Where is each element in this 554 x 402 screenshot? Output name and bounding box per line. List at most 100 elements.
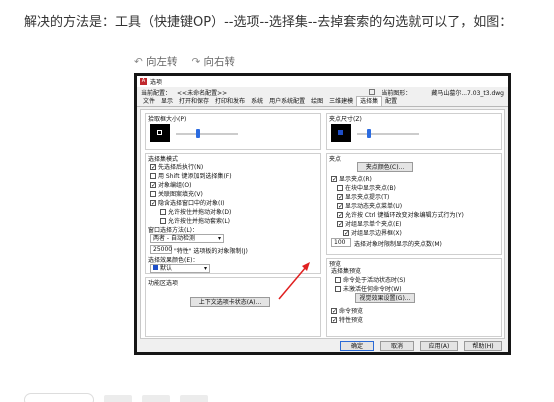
pickbox-slider-thumb[interactable] bbox=[196, 129, 200, 138]
option-implied-window[interactable]: ✓ 隐含选择窗口中的对象(I) bbox=[150, 198, 224, 207]
help-button[interactable]: 帮助(H) bbox=[464, 341, 502, 351]
selection-modes-group: 选择集模式 ✓ 先选择后执行(N) 用 Shift 键添加到选择集(F) ✓ 对象编… bbox=[145, 153, 321, 274]
checkbox-show-grips[interactable]: ✓ bbox=[331, 175, 337, 182]
grip-ctrl-cycle[interactable]: ✓ 允许按 Ctrl 键循环改变对象编辑方式行为(Y) bbox=[337, 210, 464, 219]
command-preview-label: 命令预览 bbox=[339, 308, 364, 315]
preview-command-active-label: 命令处于活动状态时(S) bbox=[343, 277, 406, 284]
checkbox-press-drag-lasso[interactable] bbox=[160, 217, 166, 224]
checkbox-group-bounding-box[interactable]: ✓ bbox=[343, 229, 349, 236]
profile-row: 当前配置： <<未命名配置>> 当前图形： 藏马山墓尔...7.03_t3.dw… bbox=[137, 87, 508, 97]
screenshot-image: A 选项 当前配置： <<未命名配置>> 当前图形： 藏马山墓尔...7.03_… bbox=[134, 73, 511, 355]
tab-user-prefs[interactable]: 用户系统配置 bbox=[266, 97, 308, 106]
pickbox-slider-track[interactable] bbox=[176, 133, 238, 135]
checkbox-preview-command-active[interactable] bbox=[335, 276, 341, 283]
like-button[interactable] bbox=[24, 393, 94, 402]
grip-size-label: 夹点尺寸(Z) bbox=[329, 116, 362, 123]
option-press-drag-lasso-label: 允许按住并拖动套索(L) bbox=[168, 218, 231, 225]
grip-colors-button[interactable]: 夹点颜色(C)... bbox=[357, 162, 413, 172]
grip-bounding-box-label: 对组显示边界框(X) bbox=[351, 230, 402, 237]
checkbox-dynamic-grip-menu[interactable]: ✓ bbox=[337, 202, 343, 209]
option-shift-add[interactable]: 用 Shift 键添加到选择集(F) bbox=[150, 171, 232, 180]
checkbox-grip-tips[interactable]: ✓ bbox=[337, 193, 343, 200]
grip-tips[interactable]: ✓ 显示夹点提示(T) bbox=[337, 192, 389, 201]
grip-dynamic-menu-label: 显示动态夹点菜单(U) bbox=[345, 203, 403, 210]
property-preview-label: 特性预览 bbox=[339, 317, 364, 324]
window-method-label: 窗口选择方法(L)： bbox=[148, 227, 199, 234]
chevron-down-icon: ▾ bbox=[217, 235, 221, 242]
action-placeholder bbox=[142, 395, 170, 402]
grip-single-for-groups[interactable]: ✓ 对组显示单个夹点(E) bbox=[337, 219, 401, 228]
checkbox-press-drag-object[interactable] bbox=[160, 208, 166, 215]
checkbox-single-grip-groups[interactable]: ✓ bbox=[337, 220, 343, 227]
drawing-icon bbox=[369, 89, 376, 95]
tab-drafting[interactable]: 绘图 bbox=[308, 97, 326, 106]
contextual-tab-states-button[interactable]: 上下文选项卡状态(A)... bbox=[190, 297, 270, 307]
selection-preview-label: 选择集预览 bbox=[331, 268, 362, 275]
pickbox-label: 拾取框大小(P) bbox=[148, 116, 187, 123]
grip-in-blocks[interactable]: 在块中显示夹点(B) bbox=[337, 183, 396, 192]
grip-size-preview bbox=[331, 124, 351, 142]
checkbox-property-preview[interactable]: ✓ bbox=[331, 316, 337, 323]
bottom-action-bar bbox=[24, 393, 544, 402]
rotate-right-label: 向右转 bbox=[203, 56, 236, 68]
tab-files[interactable]: 文件 bbox=[140, 97, 158, 106]
rotate-left-icon: ↶ bbox=[134, 56, 143, 68]
cancel-button[interactable]: 取消 bbox=[380, 341, 414, 351]
grip-size-slider-thumb[interactable] bbox=[367, 129, 371, 138]
checkbox-noun-verb[interactable]: ✓ bbox=[150, 163, 156, 170]
image-toolbar: ↶ 向左转 ↷ 向右转 bbox=[134, 54, 235, 69]
command-preview[interactable]: ✓ 命令预览 bbox=[331, 306, 363, 315]
apply-button[interactable]: 应用(A) bbox=[420, 341, 458, 351]
pickbox-preview bbox=[150, 124, 170, 142]
dialog-titlebar: A 选项 bbox=[137, 76, 508, 87]
option-noun-verb[interactable]: ✓ 先选择后执行(N) bbox=[150, 162, 203, 171]
option-press-drag-object[interactable]: 允许按住并拖动对象(D) bbox=[160, 207, 231, 216]
option-press-drag-lasso[interactable]: 允许按住并拖动套索(L) bbox=[160, 216, 230, 225]
tab-plot-publish[interactable]: 打印和发布 bbox=[212, 97, 248, 106]
drawing-value: 藏马山墓尔...7.03_t3.dwg bbox=[431, 89, 504, 97]
checkbox-associative-hatch[interactable] bbox=[150, 190, 156, 197]
effect-color-select[interactable]: 默认 ▾ bbox=[150, 264, 210, 273]
grip-tips-label: 显示夹点提示(T) bbox=[345, 194, 390, 201]
intro-text: 解决的方法是：工具（快捷键OP）--选项--选择集--去掉套索的勾选就可以了，如… bbox=[24, 15, 513, 30]
tab-profiles[interactable]: 配置 bbox=[382, 97, 400, 106]
preview-no-command[interactable]: 未激活任何命令时(W) bbox=[335, 284, 402, 293]
grip-dynamic-menu[interactable]: ✓ 显示动态夹点菜单(U) bbox=[337, 201, 402, 210]
checkbox-object-grouping[interactable]: ✓ bbox=[150, 181, 156, 188]
object-limit-input[interactable]: 25000 bbox=[150, 245, 172, 254]
rotate-right-icon: ↷ bbox=[191, 56, 201, 68]
tab-system[interactable]: 系统 bbox=[248, 97, 266, 106]
grips-label: 夹点 bbox=[329, 156, 342, 163]
grip-bounding-box[interactable]: ✓ 对组显示边界框(X) bbox=[343, 228, 402, 237]
dialog-title: 选项 bbox=[150, 79, 163, 86]
checkbox-command-preview[interactable]: ✓ bbox=[331, 307, 337, 314]
tab-open-save[interactable]: 打开和保存 bbox=[176, 97, 212, 106]
rotate-left-label: 向左转 bbox=[146, 56, 178, 68]
checkbox-shift-add[interactable] bbox=[150, 172, 156, 179]
checkbox-implied-window[interactable]: ✓ bbox=[150, 199, 156, 206]
visual-effect-settings-button[interactable]: 视觉效果设置(G)... bbox=[355, 293, 415, 303]
grip-limit-input[interactable]: 100 bbox=[331, 238, 351, 247]
action-placeholder bbox=[104, 395, 132, 402]
grip-size-group: 夹点尺寸(Z) bbox=[326, 113, 502, 150]
grip-show[interactable]: ✓ 显示夹点(R) bbox=[331, 174, 372, 183]
rotate-left-button[interactable]: ↶ 向左转 bbox=[134, 54, 178, 69]
rotate-right-button[interactable]: ↷ 向右转 bbox=[192, 54, 236, 69]
window-method-select[interactable]: 两者 - 自动检测 ▾ bbox=[150, 234, 224, 243]
tab-selection[interactable]: 选择集 bbox=[356, 96, 383, 106]
checkbox-grips-in-blocks[interactable] bbox=[337, 184, 343, 191]
tab-3d-modeling[interactable]: 三维建模 bbox=[326, 97, 356, 106]
grip-ctrl-cycle-label: 允许按 Ctrl 键循环改变对象编辑方式行为(Y) bbox=[345, 212, 464, 219]
property-preview[interactable]: ✓ 特性预览 bbox=[331, 315, 363, 324]
option-associative-hatch[interactable]: 关联图案填充(V) bbox=[150, 189, 203, 198]
tab-display[interactable]: 显示 bbox=[158, 97, 176, 106]
checkbox-preview-no-command[interactable] bbox=[335, 285, 341, 292]
grip-in-blocks-label: 在块中显示夹点(B) bbox=[345, 185, 396, 192]
action-placeholder bbox=[180, 395, 208, 402]
preview-command-active[interactable]: 命令处于活动状态时(S) bbox=[335, 275, 406, 284]
object-limit-label: "特性" 选项板的对象限制(J) bbox=[174, 248, 248, 255]
red-arrow-annotation-icon bbox=[278, 262, 310, 300]
ok-button[interactable]: 确定 bbox=[340, 341, 374, 351]
option-object-grouping[interactable]: ✓ 对象编组(O) bbox=[150, 180, 191, 189]
checkbox-ctrl-cycle[interactable]: ✓ bbox=[337, 211, 343, 218]
